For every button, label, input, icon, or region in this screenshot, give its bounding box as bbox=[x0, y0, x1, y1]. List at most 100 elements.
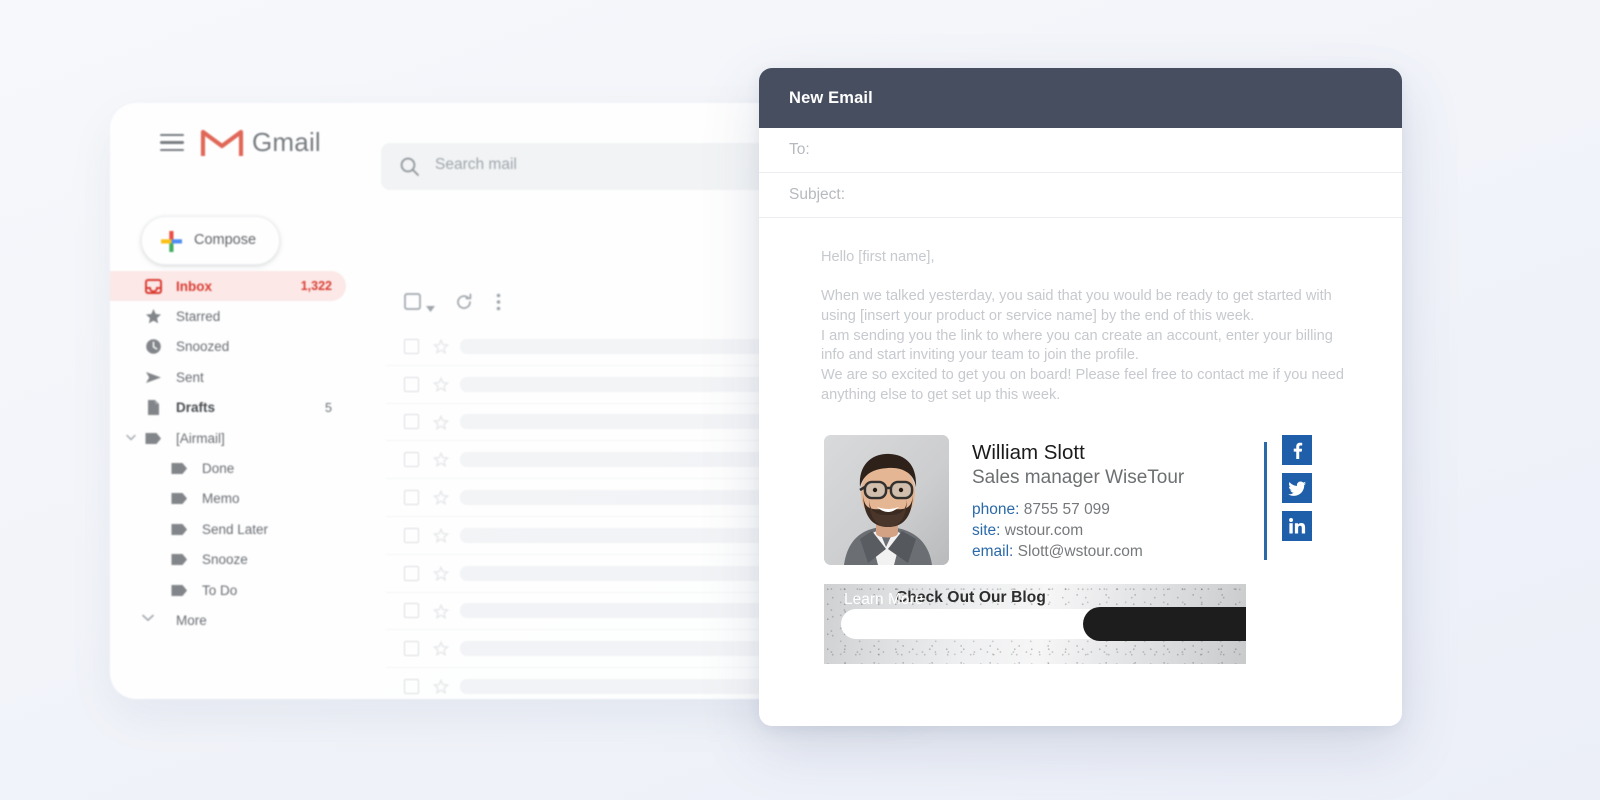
subject-field-label: Subject: bbox=[789, 186, 846, 203]
draft-icon bbox=[144, 399, 162, 417]
body-line: Hello [first name], bbox=[821, 249, 935, 265]
screenshot-stage: Gmail Search mail Compose Inbox 1,322 St… bbox=[0, 0, 1600, 800]
chevron-down-icon[interactable] bbox=[426, 299, 435, 317]
clock-icon bbox=[144, 338, 162, 356]
send-icon bbox=[144, 368, 162, 386]
facebook-icon[interactable] bbox=[1282, 435, 1312, 466]
sidebar-item-label: [Airmail] bbox=[176, 430, 225, 446]
avatar bbox=[824, 435, 949, 566]
sidebar-item-label: Inbox bbox=[176, 278, 212, 294]
sidebar-item-done[interactable]: Done bbox=[110, 453, 346, 483]
label-icon bbox=[170, 490, 188, 508]
inbox-icon bbox=[144, 277, 162, 295]
star-icon[interactable] bbox=[432, 641, 450, 657]
sidebar-item-to-do[interactable]: To Do bbox=[110, 575, 346, 605]
body-blank-line bbox=[821, 268, 1374, 288]
body-line: We are so excited to get you on board! P… bbox=[821, 367, 1344, 384]
signature-contact-site: site: wstour.com bbox=[972, 520, 1184, 541]
star-icon[interactable] bbox=[432, 452, 450, 468]
subject-field-row[interactable]: Subject: bbox=[759, 173, 1402, 218]
row-checkbox[interactable] bbox=[404, 376, 419, 392]
signature-role: Sales manager WiseTour bbox=[972, 467, 1185, 489]
sidebar-item-memo[interactable]: Memo bbox=[110, 484, 346, 514]
refresh-icon[interactable] bbox=[455, 293, 473, 316]
chevron-down-icon[interactable] bbox=[125, 433, 137, 445]
star-icon[interactable] bbox=[432, 678, 450, 695]
compose-button-label: Compose bbox=[194, 232, 257, 248]
sidebar-item-inbox[interactable]: Inbox 1,322 bbox=[110, 271, 346, 302]
sidebar-item-snoozed[interactable]: Snoozed bbox=[110, 332, 346, 362]
row-checkbox[interactable] bbox=[404, 641, 419, 657]
banner-pill bbox=[841, 609, 1113, 640]
row-checkbox[interactable] bbox=[404, 679, 419, 695]
sidebar-item-label: Done bbox=[202, 461, 235, 477]
row-checkbox[interactable] bbox=[404, 338, 419, 354]
sidebar-item-label: Drafts bbox=[176, 400, 216, 416]
row-checkbox[interactable] bbox=[404, 452, 419, 468]
signature-contact-label: email: bbox=[972, 543, 1014, 561]
sidebar-item-label: Snooze bbox=[202, 552, 248, 568]
star-icon[interactable] bbox=[432, 338, 450, 355]
chevron-down-icon bbox=[142, 614, 154, 626]
sidebar-item-airmail[interactable]: [Airmail] bbox=[110, 423, 346, 453]
row-checkbox[interactable] bbox=[404, 603, 419, 619]
body-line: When we talked yesterday, you said that … bbox=[821, 288, 1332, 305]
email-signature: William Slott Sales manager WiseTour pho… bbox=[824, 435, 1312, 566]
signature-contact-label: phone: bbox=[972, 501, 1020, 519]
signature-contact-value: wstour.com bbox=[1000, 522, 1084, 540]
gmail-sidebar: Inbox 1,322 Starred Snoozed Sent Drafts 5 [Airm… bbox=[110, 271, 372, 636]
sidebar-item-send-later[interactable]: Send Later bbox=[110, 514, 346, 544]
label-icon bbox=[170, 460, 188, 478]
hamburger-menu-icon[interactable] bbox=[160, 134, 184, 152]
sidebar-item-snooze[interactable]: Snooze bbox=[110, 545, 346, 575]
sidebar-item-label: Memo bbox=[202, 491, 240, 507]
compose-header: New Email bbox=[759, 68, 1402, 128]
signature-text: William Slott Sales manager WiseTour pho… bbox=[972, 440, 1184, 562]
signature-contact-phone: phone: 8755 57 099 bbox=[972, 499, 1184, 520]
learn-more-label: Learn More bbox=[844, 591, 924, 609]
sidebar-item-count: 5 bbox=[325, 400, 332, 415]
body-line: anything else to get set up this week. bbox=[821, 386, 1061, 403]
more-vertical-icon[interactable] bbox=[496, 293, 501, 316]
row-checkbox[interactable] bbox=[404, 565, 419, 581]
sidebar-item-label: Send Later bbox=[202, 521, 269, 537]
gmail-m-logo-icon bbox=[200, 125, 244, 159]
compose-window: New Email To: Subject: Hello [first name… bbox=[759, 68, 1402, 726]
twitter-icon[interactable] bbox=[1282, 473, 1312, 504]
select-all-checkbox[interactable] bbox=[404, 293, 421, 315]
label-icon bbox=[170, 551, 188, 569]
star-icon[interactable] bbox=[432, 489, 450, 506]
body-line: info and start inviting your team to joi… bbox=[821, 347, 1139, 364]
row-checkbox[interactable] bbox=[404, 490, 419, 506]
sidebar-item-label: Snoozed bbox=[176, 339, 230, 355]
signature-contact-email: email: Slott@wstour.com bbox=[972, 541, 1184, 562]
signature-divider bbox=[1264, 442, 1267, 561]
email-body[interactable]: Hello [first name], When we talked yester… bbox=[759, 218, 1402, 405]
signature-contact-value: 8755 57 099 bbox=[1019, 501, 1110, 519]
star-icon[interactable] bbox=[432, 527, 450, 544]
star-icon[interactable] bbox=[432, 565, 450, 582]
star-icon[interactable] bbox=[432, 376, 450, 393]
label-icon bbox=[170, 520, 188, 538]
sidebar-item-label: To Do bbox=[202, 582, 238, 598]
sidebar-item-sent[interactable]: Sent bbox=[110, 362, 346, 392]
search-icon bbox=[399, 156, 420, 177]
to-field-row[interactable]: To: bbox=[759, 128, 1402, 173]
row-checkbox[interactable] bbox=[404, 527, 419, 543]
signature-name: William Slott bbox=[972, 441, 1085, 465]
signature-contact-label: site: bbox=[972, 522, 1001, 540]
star-icon[interactable] bbox=[432, 603, 450, 620]
gmail-wordmark: Gmail bbox=[252, 127, 321, 157]
row-checkbox[interactable] bbox=[404, 414, 419, 430]
star-icon[interactable] bbox=[432, 414, 450, 431]
promo-banner[interactable]: Check Out Our Blog Learn More bbox=[824, 584, 1246, 665]
linkedin-icon[interactable] bbox=[1282, 511, 1312, 542]
sidebar-item-drafts[interactable]: Drafts 5 bbox=[110, 393, 346, 423]
body-line: I am sending you the link to where you c… bbox=[821, 327, 1333, 344]
learn-more-button[interactable] bbox=[1083, 607, 1246, 642]
sidebar-item-label: Starred bbox=[176, 309, 221, 325]
sidebar-item-starred[interactable]: Starred bbox=[110, 301, 346, 331]
sidebar-item-more[interactable]: More bbox=[110, 605, 346, 635]
compose-button[interactable]: Compose bbox=[141, 216, 280, 265]
sidebar-item-count: 1,322 bbox=[300, 279, 332, 294]
